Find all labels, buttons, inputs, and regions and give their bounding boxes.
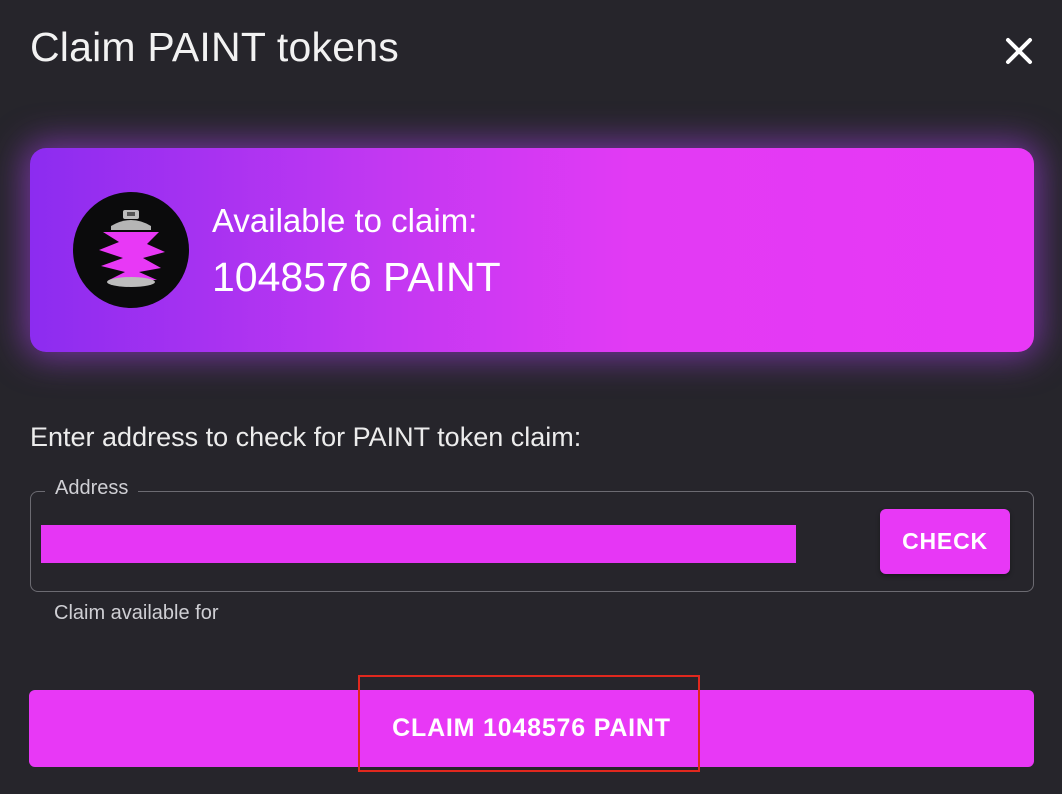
close-button[interactable] [996,28,1042,74]
claim-summary-card: Available to claim: 1048576 PAINT [30,148,1034,352]
claim-dialog: Claim PAINT tokens Available to claim: 1… [0,0,1062,794]
address-prompt: Enter address to check for PAINT token c… [30,422,582,452]
available-label: Available to claim: [212,202,478,239]
claim-button[interactable]: CLAIM 1048576 PAINT [29,690,1034,767]
dialog-title: Claim PAINT tokens [30,24,399,70]
paint-token-logo [73,192,189,308]
address-field: Address CHECK [30,477,1034,592]
claim-availability-text: Claim available for [54,602,219,624]
check-button[interactable]: CHECK [880,509,1010,574]
address-input[interactable] [41,525,796,563]
available-amount: 1048576 PAINT [212,254,501,300]
close-icon [1006,38,1032,64]
spray-can-icon [99,210,165,287]
address-field-label: Address [45,477,139,500]
